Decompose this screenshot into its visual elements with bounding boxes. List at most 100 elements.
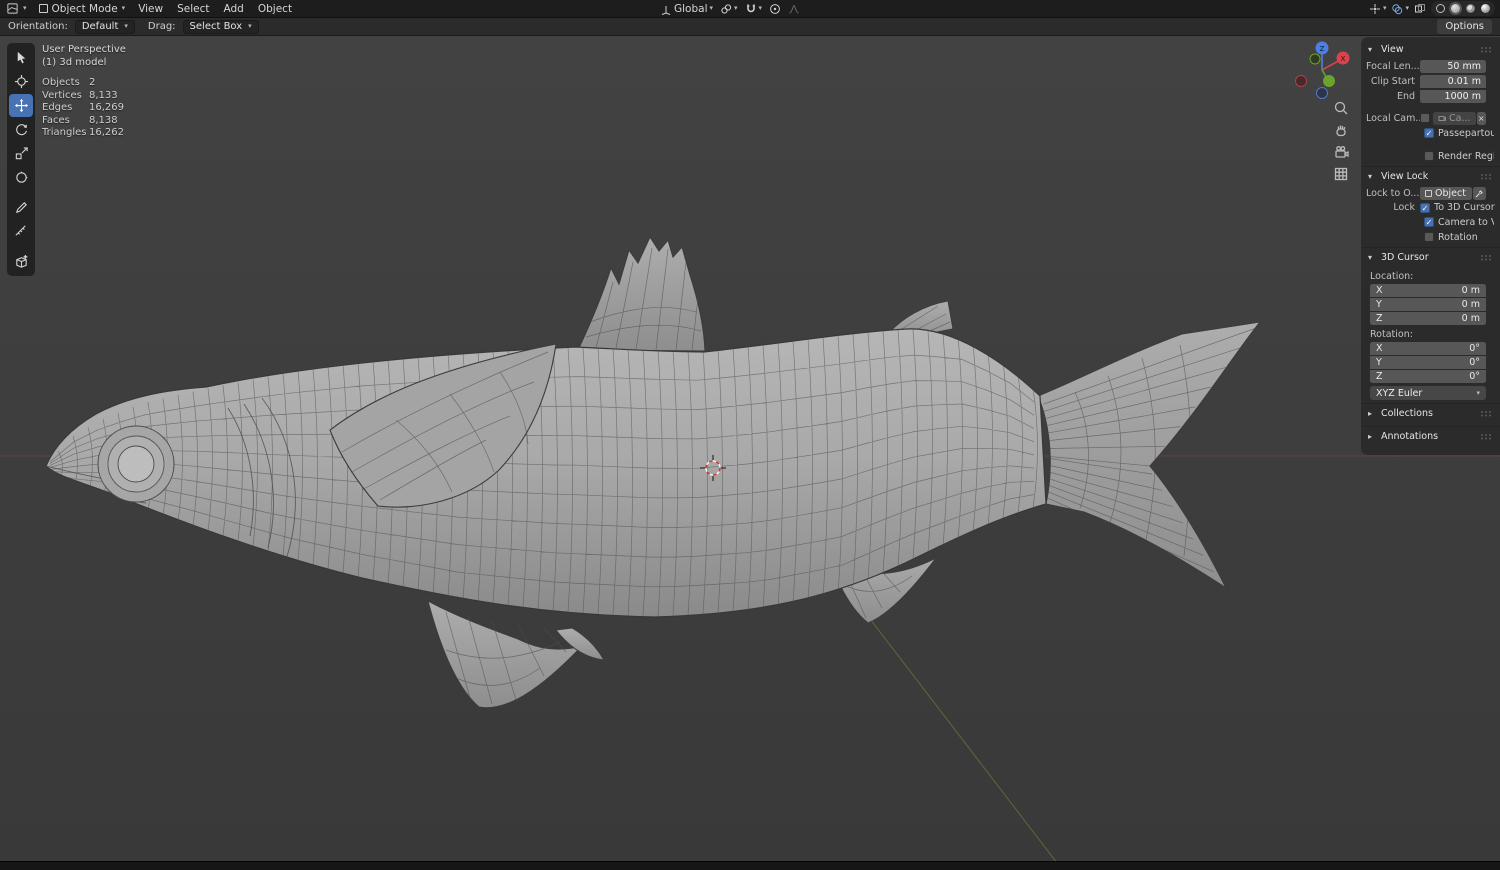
fish-mesh-object[interactable] <box>45 235 1261 709</box>
tool-measure[interactable] <box>9 220 33 243</box>
overlays-icon <box>1392 3 1403 14</box>
active-collection-label: (1) 3d model <box>42 57 107 68</box>
mode-dropdown[interactable]: Object Mode ▾ <box>33 0 132 17</box>
overlays-dropdown[interactable]: ▾ <box>1391 3 1409 15</box>
header-menu: View Select Add Object <box>131 0 299 17</box>
tool-annotate[interactable] <box>9 196 33 219</box>
tool-move[interactable] <box>9 94 33 117</box>
cursor-location-x[interactable]: X0 m <box>1370 284 1486 297</box>
tool-scale[interactable] <box>9 142 33 165</box>
gizmo-y-axis[interactable] <box>1323 75 1335 87</box>
orientation-axes-icon <box>661 5 671 15</box>
chevron-down-icon: ▾ <box>124 22 128 30</box>
transform-orientation-dropdown[interactable]: Global ▾ <box>660 3 713 15</box>
rotate-icon <box>15 124 27 136</box>
tool-select-box[interactable] <box>9 46 33 69</box>
lock-object-field[interactable]: Object <box>1420 186 1472 200</box>
shading-wireframe-button[interactable] <box>1434 2 1447 15</box>
tool-cursor[interactable] <box>9 70 33 93</box>
snap-pair-dropdown[interactable]: ▾ <box>720 3 738 15</box>
camera-to-view-checkbox[interactable] <box>1424 217 1434 227</box>
gizmo-x-neg[interactable] <box>1295 75 1307 87</box>
gizmo-y-neg[interactable] <box>1309 53 1321 65</box>
panel-grip-handle[interactable] <box>1480 433 1494 440</box>
solid-sphere-icon <box>1451 4 1460 13</box>
menu-object[interactable]: Object <box>251 0 299 17</box>
shading-material-button[interactable] <box>1464 2 1477 15</box>
panel-title: Annotations <box>1381 431 1439 442</box>
editor-type-button[interactable]: ▾ <box>0 0 33 17</box>
xray-icon <box>1415 3 1425 12</box>
pencil-icon <box>15 202 27 214</box>
shading-rendered-button[interactable] <box>1479 2 1492 15</box>
object-data-icon <box>1425 189 1432 197</box>
snap-magnet-toggle[interactable]: ▾ <box>745 3 762 15</box>
menu-view[interactable]: View <box>131 0 170 17</box>
panel-header-view-lock[interactable]: ▾ View Lock <box>1362 167 1500 186</box>
tool-settings-bar: Orientation: Default ▾ Drag: Select Box … <box>0 18 1500 36</box>
focal-length-row: Focal Len... 50 mm <box>1366 59 1486 73</box>
stat-row: Triangles 16,262 <box>42 127 124 138</box>
camera-small-icon <box>1438 116 1446 122</box>
rotation-label: Rotation: <box>1370 329 1413 340</box>
clip-end-field[interactable]: 1000 m <box>1420 89 1486 103</box>
orientation-select[interactable]: Default ▾ <box>74 19 135 34</box>
cursor-location-z[interactable]: Z0 m <box>1370 312 1486 325</box>
eyedropper-icon[interactable] <box>1473 186 1486 200</box>
local-camera-row: Local Cam... Ca... × <box>1366 111 1486 125</box>
gizmo-z-neg[interactable] <box>1316 87 1328 99</box>
panel-header-annotations[interactable]: ▸ Annotations <box>1362 427 1500 446</box>
viewport-3d[interactable]: User Perspective (1) 3d model Objects 2 V… <box>0 36 1500 861</box>
panel-header-view[interactable]: ▾ View <box>1362 40 1500 59</box>
cursor-rotation-x[interactable]: X 0° <box>1370 342 1486 355</box>
scene-stats: Objects 2 Vertices 8,133 Edges 16,269 Faces… <box>42 76 126 139</box>
clear-icon[interactable]: × <box>1476 111 1486 125</box>
menu-add[interactable]: Add <box>217 0 251 17</box>
to-3d-cursor-checkbox[interactable] <box>1420 202 1430 213</box>
fish-eye <box>97 425 175 503</box>
proportional-falloff-dropdown[interactable] <box>788 3 800 15</box>
panel-grip-handle[interactable] <box>1480 254 1494 261</box>
menu-select[interactable]: Select <box>170 0 216 17</box>
local-camera-field[interactable]: Ca... <box>1433 111 1476 125</box>
panel-grip-handle[interactable] <box>1480 410 1494 417</box>
focal-length-field[interactable]: 50 mm <box>1420 59 1486 73</box>
proportional-edit-toggle[interactable] <box>769 3 781 15</box>
panel-title: View <box>1381 44 1404 55</box>
ortho-grid-icon[interactable] <box>1333 166 1349 182</box>
cursor-rotation-y[interactable]: Y 0° <box>1370 356 1486 369</box>
show-gizmos-dropdown[interactable]: ▾ <box>1369 3 1386 15</box>
passepartout-checkbox[interactable] <box>1424 128 1434 138</box>
drag-select[interactable]: Select Box ▾ <box>182 19 259 34</box>
toolbar <box>7 43 35 276</box>
euler-mode-dropdown[interactable]: XYZ Euler ▾ <box>1370 386 1486 400</box>
panel-header-3d-cursor[interactable]: ▾ 3D Cursor <box>1362 248 1500 267</box>
navigation-gizmo[interactable]: Z X <box>1290 36 1354 104</box>
chevron-down-icon: ▾ <box>734 4 738 12</box>
panel-grip-handle[interactable] <box>1480 173 1494 180</box>
lock-rotation-checkbox[interactable] <box>1424 232 1434 242</box>
viewport-scene <box>0 235 1500 861</box>
clip-start-field[interactable]: 0.01 m <box>1420 74 1486 88</box>
tool-transform[interactable] <box>9 166 33 189</box>
tool-rotate[interactable] <box>9 118 33 141</box>
xray-toggle[interactable] <box>1414 3 1426 15</box>
tail-fin <box>1037 321 1261 589</box>
panel-header-collections[interactable]: ▸ Collections <box>1362 404 1500 423</box>
zoom-icon[interactable] <box>1333 100 1349 116</box>
camera-view-icon[interactable] <box>1333 144 1349 160</box>
gizmo-z-label: Z <box>1320 45 1325 53</box>
options-button[interactable]: Options <box>1437 19 1492 34</box>
chevron-collapsed-icon: ▸ <box>1368 432 1373 441</box>
chevron-down-icon: ▾ <box>248 22 252 30</box>
orientation-label: Orientation: <box>8 21 68 32</box>
cursor-location-y[interactable]: Y0 m <box>1370 298 1486 311</box>
tool-add-cube[interactable] <box>9 250 33 273</box>
shading-solid-button[interactable] <box>1449 2 1462 15</box>
snap-link-icon <box>721 3 732 14</box>
local-camera-checkbox[interactable] <box>1420 113 1430 123</box>
panel-grip-handle[interactable] <box>1480 46 1494 53</box>
render-region-checkbox[interactable] <box>1424 151 1434 161</box>
cursor-rotation-z[interactable]: Z 0° <box>1370 370 1486 383</box>
pan-hand-icon[interactable] <box>1333 122 1349 138</box>
